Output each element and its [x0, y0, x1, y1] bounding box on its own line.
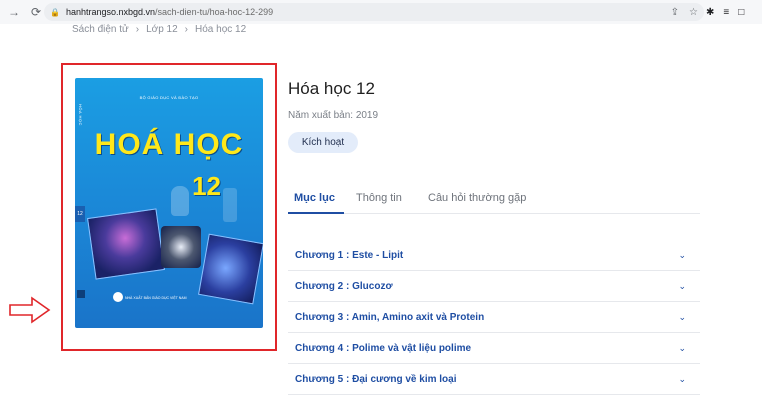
activate-button[interactable]: Kích hoạt	[288, 132, 358, 153]
chevron-down-icon[interactable]: ⌄	[678, 281, 686, 292]
tab-faq[interactable]: Câu hỏi thường gặp	[428, 192, 526, 204]
back-arrow-icon[interactable]: →	[6, 4, 22, 20]
flask-image	[171, 186, 189, 216]
chapter-item[interactable]: Chương 1 : Este - Lipit ⌄	[288, 240, 700, 271]
chapter-item[interactable]: Chương 4 : Polime và vật liệu polime ⌄	[288, 333, 700, 364]
chapter-label: Chương 4 : Polime và vật liệu polime	[295, 342, 472, 354]
lock-icon[interactable]: 🔒	[50, 8, 60, 17]
cover-grade: 12	[192, 171, 221, 201]
cover-publisher-bottom: NHÀ XUẤT BẢN GIÁO DỤC VIỆT NAM	[125, 296, 187, 300]
chapter-label: Chương 2 : Glucozơ	[295, 280, 393, 292]
breadcrumb-item[interactable]: Lớp 12	[146, 24, 178, 35]
chevron-down-icon[interactable]: ⌄	[678, 250, 686, 261]
sidepanel-icon[interactable]: □	[738, 7, 744, 18]
chapter-list: Chương 1 : Este - Lipit ⌄ Chương 2 : Glu…	[288, 240, 700, 395]
extensions-icon[interactable]: ✱	[706, 7, 714, 18]
breadcrumb-separator: ›	[135, 24, 140, 35]
address-bar[interactable]: 🔒 hanhtrangso.nxbgd.vn /sach-dien-tu/hoa…	[44, 3, 704, 21]
cover-publisher-top: BỘ GIÁO DỤC VÀ ĐÀO TẠO	[139, 95, 199, 100]
cover-side-badge	[77, 290, 85, 298]
chapter-label: Chương 3 : Amin, Amino axit và Protein	[295, 311, 485, 323]
book-title: Hóa học 12	[288, 79, 375, 98]
cover-vertical-label: HÓA HỌC	[78, 104, 83, 126]
star-icon[interactable]: ☆	[689, 7, 698, 18]
chevron-down-icon[interactable]: ⌄	[678, 312, 686, 323]
breadcrumb-item[interactable]: Sách điện tử	[72, 24, 129, 35]
tab-info[interactable]: Thông tin	[356, 192, 402, 204]
cover-title: HOÁ HỌC	[94, 128, 244, 161]
share-icon[interactable]: ⇪	[671, 7, 679, 18]
publication-year: Năm xuất bản: 2019	[288, 110, 379, 121]
chapter-item[interactable]: Chương 5 : Đại cương về kim loại ⌄	[288, 364, 700, 395]
cover-image-molecule	[87, 208, 165, 280]
url-domain: hanhtrangso.nxbgd.vn	[65, 7, 156, 17]
chapter-item[interactable]: Chương 3 : Amin, Amino axit và Protein ⌄	[288, 302, 700, 333]
cover-image-network	[198, 233, 263, 305]
chapter-label: Chương 1 : Este - Lipit	[295, 249, 404, 261]
media-icon[interactable]: ≡	[723, 7, 729, 18]
chevron-down-icon[interactable]: ⌄	[678, 343, 686, 354]
cover-side-tag: 12	[75, 206, 85, 222]
breadcrumb-separator: ›	[184, 24, 189, 35]
url-path: /sach-dien-tu/hoa-hoc-12-299	[155, 7, 274, 17]
beaker-image	[223, 188, 237, 222]
right-arrow-icon	[9, 296, 51, 324]
chevron-down-icon[interactable]: ⌄	[678, 374, 686, 385]
publisher-logo-icon	[113, 292, 123, 302]
active-tab-indicator	[288, 212, 344, 214]
tab-bar: Mục lục Thông tin Câu hỏi thường gặp	[288, 186, 700, 214]
book-cover[interactable]: BỘ GIÁO DỤC VÀ ĐÀO TẠO HÓA HỌC HOÁ HỌC 1…	[75, 78, 263, 328]
chapter-label: Chương 5 : Đại cương về kim loại	[295, 373, 457, 385]
reload-icon[interactable]: ⟳	[28, 4, 44, 20]
browser-toolbar: → ⟳ 🔒 hanhtrangso.nxbgd.vn /sach-dien-tu…	[0, 0, 762, 24]
cover-image-reactor	[161, 226, 201, 268]
chapter-item[interactable]: Chương 2 : Glucozơ ⌄	[288, 271, 700, 302]
breadcrumb: Sách điện tử › Lớp 12 › Hóa học 12	[72, 24, 246, 35]
breadcrumb-item[interactable]: Hóa học 12	[195, 24, 246, 35]
tab-table-of-contents[interactable]: Mục lục	[294, 192, 335, 204]
